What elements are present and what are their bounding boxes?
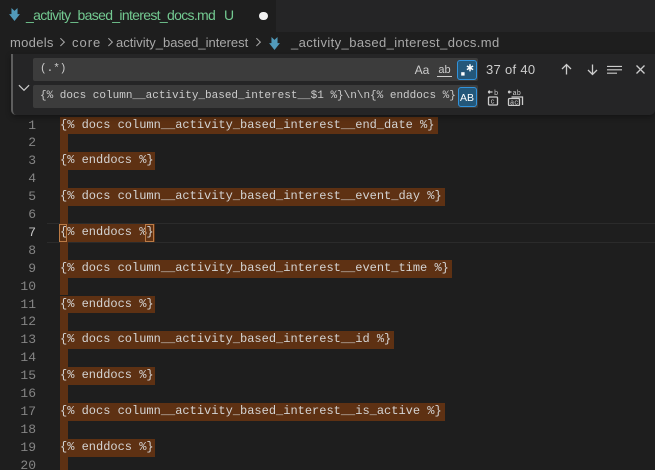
svg-text:ac: ac bbox=[510, 100, 518, 107]
svg-text:c: c bbox=[491, 99, 495, 106]
